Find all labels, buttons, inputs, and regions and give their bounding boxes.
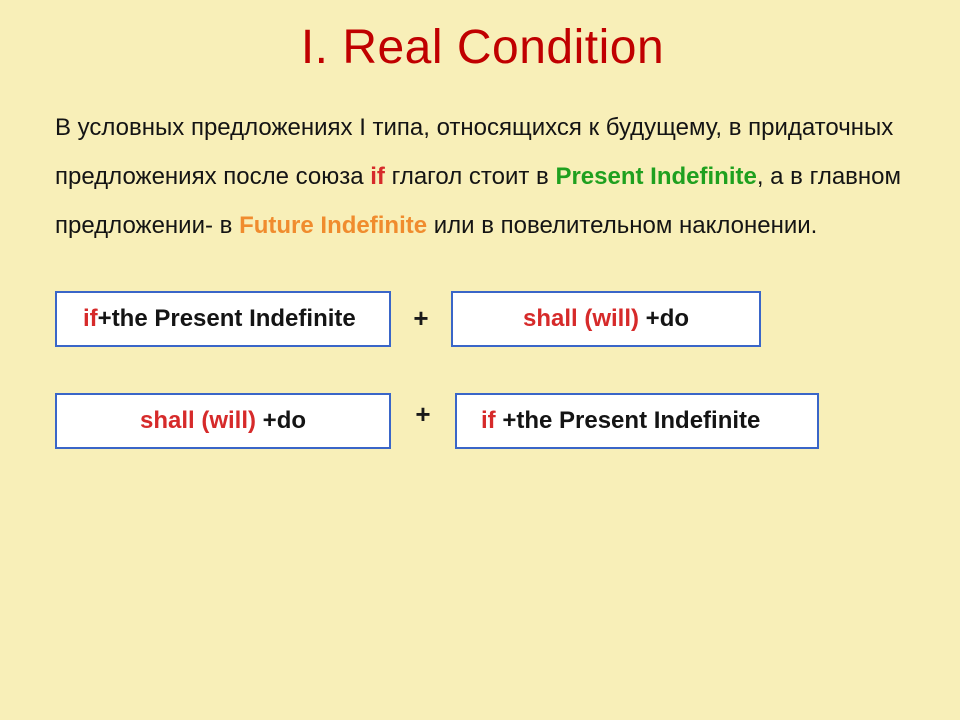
box1-if: if (83, 305, 98, 332)
desc-text-4: или в повелительном наклонении. (427, 212, 817, 239)
box-shall-will-1: shall (will) +do (451, 291, 761, 347)
box4-if: if (481, 407, 502, 434)
box-if-present-1: if+the Present Indefinite (55, 291, 391, 347)
desc-text-2: глагол стоит в (392, 163, 556, 190)
formula-row-1: if+the Present Indefinite + shall (will)… (55, 291, 910, 347)
box-if-present-2: if +the Present Indefinite (455, 393, 819, 449)
box2-main: shall (will) (523, 305, 646, 332)
formula-row-2: shall (will) +do + if +the Present Indef… (55, 393, 910, 449)
keyword-future-indefinite: Future Indefinite (239, 212, 427, 239)
box3-rest: +do (263, 407, 306, 434)
box3-main: shall (will) (140, 407, 263, 434)
keyword-if: if (370, 163, 385, 190)
box4-rest: +the Present Indefinite (502, 407, 760, 434)
description-paragraph: В условных предложениях I типа, относящи… (55, 103, 910, 251)
plus-icon: + (391, 399, 455, 430)
box-shall-will-2: shall (will) +do (55, 393, 391, 449)
box1-rest: +the Present Indefinite (98, 305, 356, 332)
keyword-present-indefinite: Present Indefinite (555, 163, 756, 190)
plus-icon: + (391, 303, 451, 334)
slide-root: I. Real Condition В условных предложения… (0, 0, 960, 720)
slide-title: I. Real Condition (55, 20, 910, 75)
box2-rest: +do (646, 305, 689, 332)
